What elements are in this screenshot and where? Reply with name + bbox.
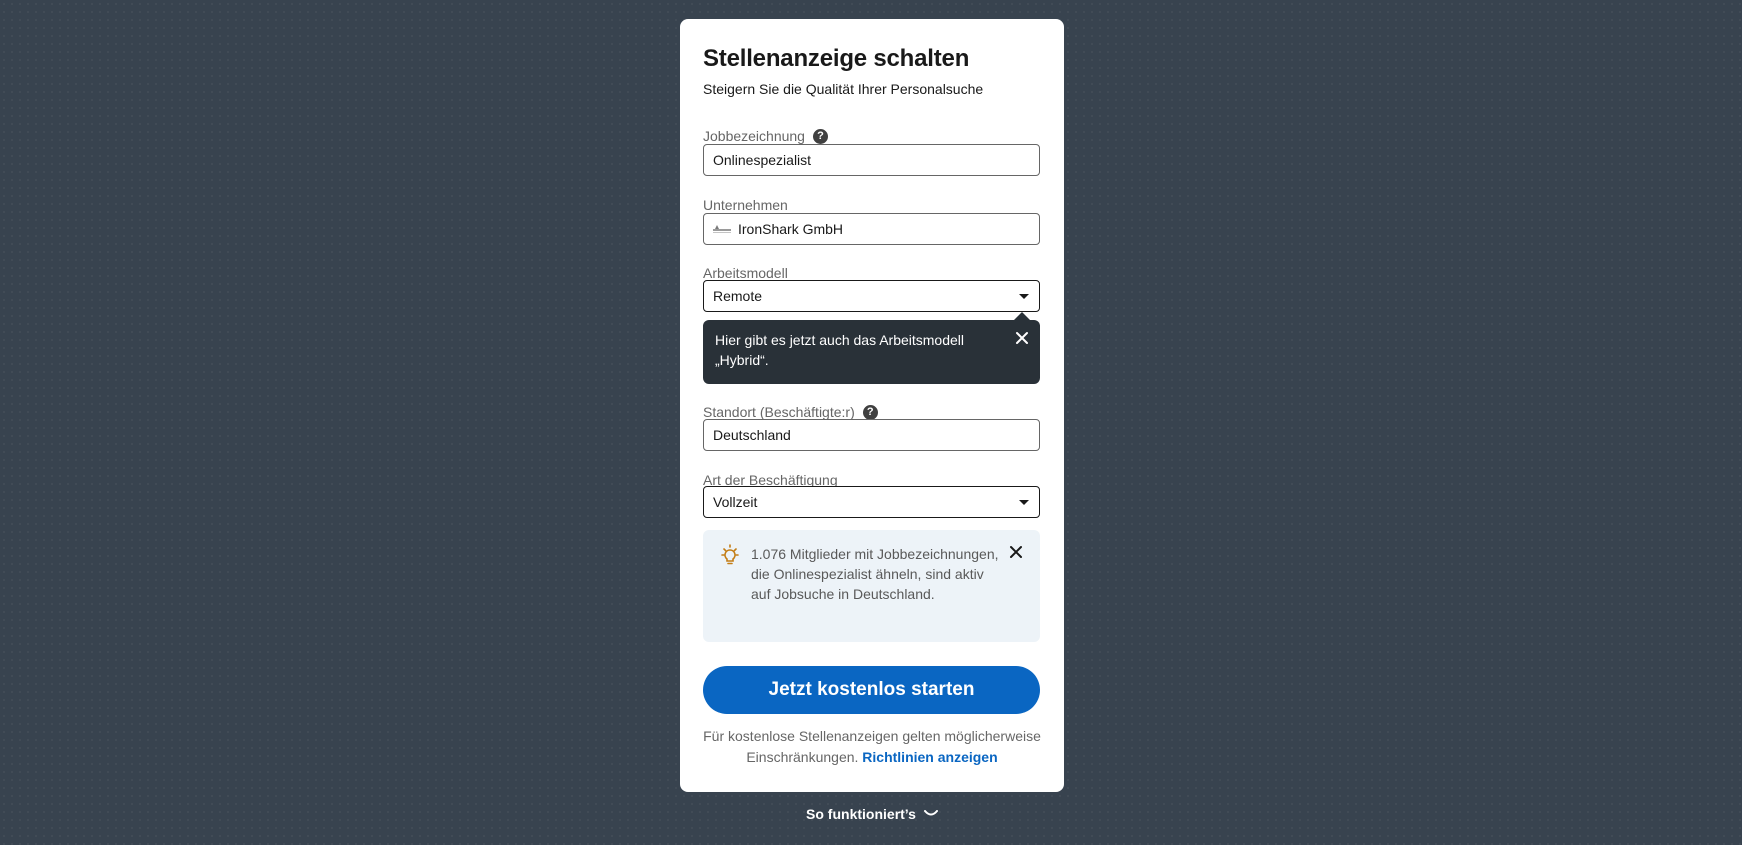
work-model-value: Remote (713, 288, 763, 304)
tooltip-text: Hier gibt es jetzt auch das Arbeitsmodel… (715, 332, 965, 368)
question-circle-icon[interactable]: ? (812, 128, 828, 144)
job-title-input[interactable] (713, 152, 1030, 168)
insight-text: 1.076 Mitglieder mit Jobbezeichnungen, d… (751, 546, 999, 602)
question-circle-icon[interactable]: ? (862, 404, 878, 420)
work-model-select[interactable]: Remote (703, 280, 1040, 312)
job-title-field[interactable] (703, 144, 1040, 176)
insight-box: 1.076 Mitglieder mit Jobbezeichnungen, d… (703, 530, 1040, 642)
page-title: Stellenanzeige schalten (703, 45, 970, 72)
company-field[interactable] (703, 213, 1040, 245)
caret-down-icon (1019, 293, 1029, 299)
employment-type-value: Vollzeit (713, 494, 758, 510)
page-subtitle: Steigern Sie die Qualität Ihrer Personal… (703, 81, 984, 97)
disclaimer: Für kostenlose Stellenanzeigen gelten mö… (680, 726, 1064, 768)
job-title-label: Jobbezeichnung ? (703, 128, 828, 144)
hybrid-tooltip: Hier gibt es jetzt auch das Arbeitsmodel… (703, 312, 1040, 384)
how-it-works-label: So funktioniert’s (806, 806, 916, 822)
employment-type-select[interactable]: Vollzeit (703, 486, 1040, 518)
company-input[interactable] (738, 221, 1030, 237)
lightbulb-icon (721, 544, 739, 565)
location-label: Standort (Beschäftigte:r) ? (703, 404, 878, 420)
chevron-down-icon (923, 810, 938, 816)
location-input[interactable] (713, 427, 1030, 443)
caret-down-icon (1019, 499, 1029, 505)
company-logo-icon (713, 225, 731, 233)
work-model-label: Arbeitsmodell (703, 265, 788, 281)
location-field[interactable] (703, 419, 1040, 451)
job-post-card: Stellenanzeige schalten Steigern Sie die… (680, 19, 1064, 792)
how-it-works-toggle[interactable]: So funktioniert’s (680, 806, 1064, 822)
close-icon[interactable] (1008, 544, 1024, 560)
policy-link[interactable]: Richtlinien anzeigen (862, 749, 997, 765)
close-icon[interactable] (1014, 330, 1030, 346)
start-free-button[interactable]: Jetzt kostenlos starten (703, 666, 1040, 714)
company-label: Unternehmen (703, 197, 788, 213)
